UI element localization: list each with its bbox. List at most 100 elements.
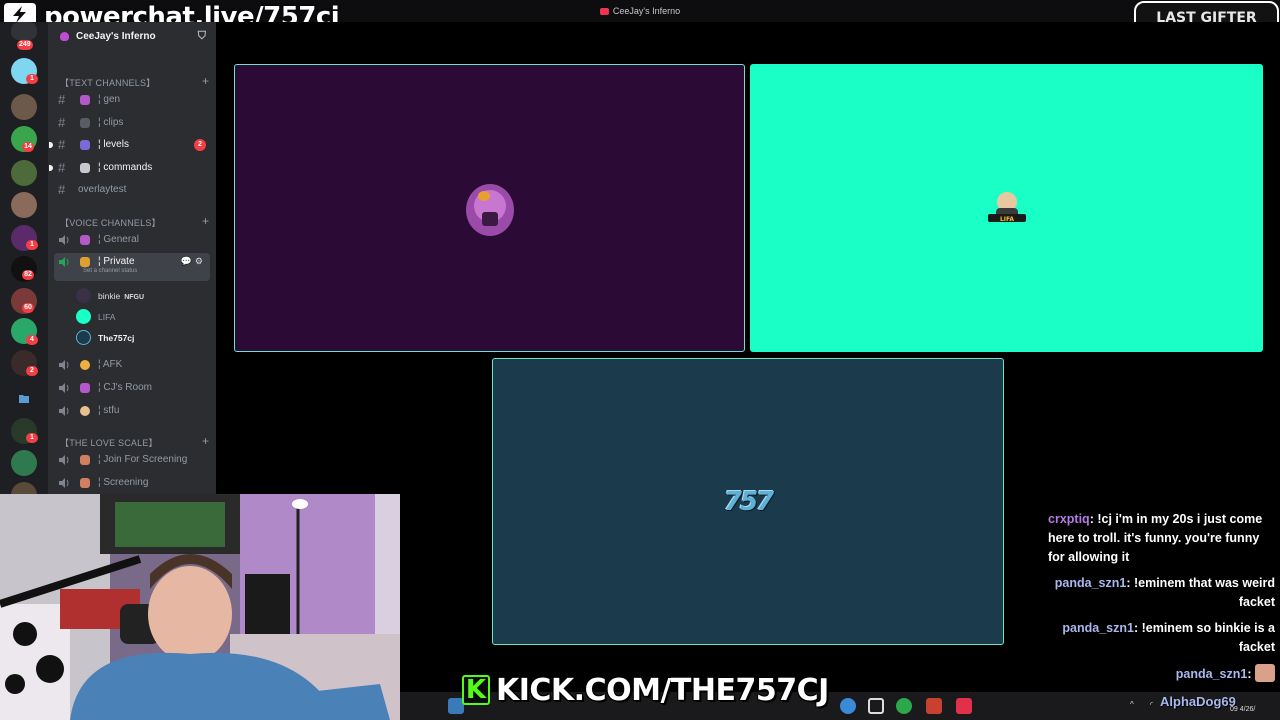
speaker-icon [59,383,69,393]
chat-username: panda_szn1 [1054,576,1127,590]
participant-tile-lifa[interactable]: LIFA [750,64,1263,352]
chat-message: panda_szn1: !eminem so binkie is a facke… [1062,621,1275,654]
server-header[interactable]: CeeJay's Inferno ⛉ [48,28,216,46]
channel-emoji-icon [80,163,90,173]
channel-overlaytest[interactable]: # overlaytest [58,181,208,199]
mention-badge: 82 [22,270,34,280]
voice-channel-afk[interactable]: ¦ AFK [58,356,208,374]
category-label: 【VOICE CHANNELS】 [60,218,161,228]
channel-status-placeholder[interactable]: Set a channel status [83,268,137,274]
chat-text: !eminem that was weird facket [1133,576,1275,609]
wifi-icon[interactable]: ◜ [1150,700,1153,709]
category-label: 【TEXT CHANNELS】 [60,78,156,88]
channel-levels[interactable]: # ¦ levels 2 [49,136,208,154]
channel-emoji-icon [80,235,90,245]
channel-emoji-icon [80,406,90,416]
757-logo: 757 [723,486,774,517]
speaker-icon [59,478,69,488]
chat-text: !eminem so binkie is a facket [1141,621,1275,654]
add-member-icon[interactable]: ⛉ [198,30,206,43]
server-icon[interactable] [11,450,37,476]
voice-channel-join-screening[interactable]: ¦ Join For Screening [58,451,208,469]
chat-username: AlphaDog69 [1160,694,1236,709]
unread-indicator [49,165,53,171]
chat-username: panda_szn1 [1062,621,1134,635]
taskbar-app-icon[interactable] [840,698,856,714]
mention-badge: 1 [26,433,38,443]
speaker-icon [59,406,69,416]
clock: 09 4/26/ [1230,706,1255,713]
chat-message: panda_szn1: !eminem that was weird facke… [1054,576,1275,609]
channel-tools[interactable]: 💬⚙ [181,256,206,267]
taskbar-app-icon[interactable] [868,698,884,714]
participant-tile-binkie[interactable] [234,64,745,352]
channel-emoji-icon [80,478,90,488]
lock-icon [80,257,90,267]
kick-logo-icon: K [462,675,490,705]
add-channel-icon[interactable]: + [202,214,209,228]
mention-badge: 4 [26,335,38,345]
hash-icon: # [58,182,66,197]
participant-tile-the757cj[interactable]: 757 [492,358,1004,645]
channel-emoji-icon [80,383,90,393]
webcam-feed [0,494,400,720]
channel-emoji-icon [80,455,90,465]
add-channel-icon[interactable]: + [202,434,209,448]
category-voice-channels[interactable]: 【VOICE CHANNELS】 + [60,214,209,229]
server-icon[interactable] [11,160,37,186]
category-love-scale[interactable]: 【THE LOVE SCALE】 + [60,434,209,449]
server-flame-icon [60,32,69,41]
server-icon[interactable] [11,482,37,494]
chat-username: panda_szn1 [1175,667,1248,681]
mention-badge: 1 [26,74,38,84]
chevron-up-icon[interactable]: ^ [1130,700,1134,709]
kick-url: KICK.COM/THE757CJ [496,672,829,708]
server-rail: 249 1 14 1 82 60 4 2 1 [0,22,48,494]
speaker-icon [59,455,69,465]
mention-badge: 14 [22,142,34,152]
home-server-icon[interactable] [11,22,37,40]
emote-image [1255,664,1275,682]
binkie-avatar-icon [465,184,514,236]
category-text-channels[interactable]: 【TEXT CHANNELS】 + [60,74,209,89]
server-name: CeeJay's Inferno [76,31,156,42]
server-icon[interactable] [11,94,37,120]
svg-text:LIFA: LIFA [999,216,1013,223]
mention-badge: 2 [26,366,38,376]
clock-time: 09 [1230,706,1238,713]
speaker-icon [59,235,69,245]
taskbar-app-icon[interactable] [956,698,972,714]
voice-channel-screening[interactable]: ¦ Screening [58,474,208,492]
voice-channel-general[interactable]: ¦ General [58,231,208,249]
channel-panel: CeeJay's Inferno ⛉ 【TEXT CHANNELS】 + # ¦ … [48,22,216,494]
folder-glyph-icon [19,395,29,403]
chat-overlay: crxptiq: !cj i'm in my 20s i just come h… [1035,510,1275,691]
xbox-icon[interactable] [896,698,912,714]
folder-icon[interactable] [11,386,37,412]
avatar [76,330,91,345]
lifa-avatar-icon: LIFA [987,192,1026,223]
voice-channel-cjs-room[interactable]: ¦ CJ's Room [58,379,208,397]
webcam-scene [0,494,400,720]
hash-icon: # [58,115,66,130]
member-tag: NFGU [124,294,145,301]
chat-message: crxptiq: !cj i'm in my 20s i just come h… [1048,512,1263,564]
voice-channel-private[interactable]: ¦ Private 💬⚙ Set a channel status [54,253,210,281]
chat-message: panda_szn1: [1035,664,1275,684]
channel-commands[interactable]: # ¦ commands [49,159,208,177]
channel-emoji-icon [80,360,90,370]
chat-username: crxptiq [1048,512,1090,526]
category-label: 【THE LOVE SCALE】 [60,438,158,448]
add-channel-icon[interactable]: + [202,74,209,88]
channel-clips[interactable]: # ¦ clips [58,114,208,132]
channel-gen[interactable]: # ¦ gen [58,91,208,109]
hash-icon: # [58,92,66,107]
server-icon[interactable] [11,192,37,218]
unread-count-badge: 2 [194,139,206,151]
avatar [76,288,91,303]
avatar [76,309,91,324]
voice-channel-stfu[interactable]: ¦ stfu [58,402,208,420]
clock-date: 4/26/ [1239,706,1256,713]
channel-emoji-icon [80,95,90,105]
taskbar-app-icon[interactable] [926,698,942,714]
